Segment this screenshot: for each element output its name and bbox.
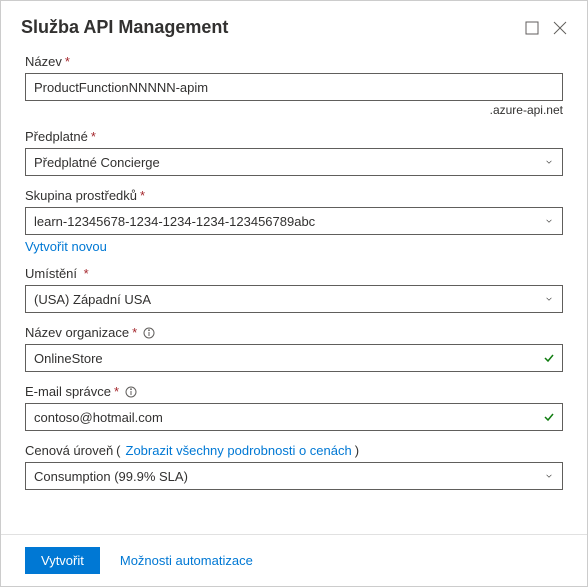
field-pricing-tier: Cenová úroveň ( Zobrazit všechny podrobno… bbox=[25, 443, 563, 490]
maximize-icon[interactable] bbox=[525, 21, 539, 35]
name-suffix: .azure-api.net bbox=[25, 103, 563, 117]
admin-email-label: E-mail správce * bbox=[25, 384, 563, 399]
chevron-down-icon bbox=[544, 157, 554, 167]
name-input[interactable] bbox=[25, 73, 563, 101]
location-select[interactable]: (USA) Západní USA bbox=[25, 285, 563, 313]
field-admin-email: E-mail správce * bbox=[25, 384, 563, 431]
api-management-panel: Služba API Management Název * .azure-api… bbox=[0, 0, 588, 587]
field-resource-group: Skupina prostředků * learn-12345678-1234… bbox=[25, 188, 563, 254]
subscription-select[interactable]: Předplatné Concierge bbox=[25, 148, 563, 176]
chevron-down-icon bbox=[544, 471, 554, 481]
close-icon[interactable] bbox=[553, 21, 567, 35]
pricing-tier-value: Consumption (99.9% SLA) bbox=[34, 469, 544, 484]
org-name-label: Název organizace * bbox=[25, 325, 563, 340]
create-new-link[interactable]: Vytvořit novou bbox=[25, 239, 563, 254]
info-icon[interactable] bbox=[125, 386, 137, 398]
required-asterisk: * bbox=[140, 188, 145, 203]
field-subscription: Předplatné * Předplatné Concierge bbox=[25, 129, 563, 176]
field-name: Název * .azure-api.net bbox=[25, 54, 563, 117]
required-asterisk: * bbox=[132, 325, 137, 340]
open-paren: ( bbox=[116, 443, 120, 458]
required-asterisk: * bbox=[80, 266, 89, 281]
chevron-down-icon bbox=[544, 216, 554, 226]
subscription-label-text: Předplatné bbox=[25, 129, 88, 144]
required-asterisk: * bbox=[91, 129, 96, 144]
panel-header: Služba API Management bbox=[1, 1, 587, 48]
resource-group-label-text: Skupina prostředků bbox=[25, 188, 137, 203]
location-label-text: Umístění bbox=[25, 266, 77, 281]
admin-email-label-text: E-mail správce bbox=[25, 384, 111, 399]
org-name-input[interactable] bbox=[25, 344, 563, 372]
pricing-tier-select[interactable]: Consumption (99.9% SLA) bbox=[25, 462, 563, 490]
checkmark-icon bbox=[543, 411, 555, 423]
name-label: Název * bbox=[25, 54, 563, 69]
field-location: Umístění * (USA) Západní USA bbox=[25, 266, 563, 313]
admin-email-input[interactable] bbox=[25, 403, 563, 431]
subscription-label: Předplatné * bbox=[25, 129, 563, 144]
chevron-down-icon bbox=[544, 294, 554, 304]
required-asterisk: * bbox=[114, 384, 119, 399]
panel-footer: Vytvořit Možnosti automatizace bbox=[1, 534, 587, 586]
field-org-name: Název organizace * bbox=[25, 325, 563, 372]
resource-group-value: learn-12345678-1234-1234-1234-123456789a… bbox=[34, 214, 544, 229]
location-value: (USA) Západní USA bbox=[34, 292, 544, 307]
header-actions bbox=[525, 21, 567, 35]
resource-group-select[interactable]: learn-12345678-1234-1234-1234-123456789a… bbox=[25, 207, 563, 235]
location-label: Umístění * bbox=[25, 266, 563, 281]
automation-options-link[interactable]: Možnosti automatizace bbox=[120, 553, 253, 568]
close-paren: ) bbox=[355, 443, 359, 458]
info-icon[interactable] bbox=[143, 327, 155, 339]
subscription-value: Předplatné Concierge bbox=[34, 155, 544, 170]
required-asterisk: * bbox=[65, 54, 70, 69]
panel-title: Služba API Management bbox=[21, 17, 525, 38]
pricing-tier-label: Cenová úroveň ( Zobrazit všechny podrobno… bbox=[25, 443, 563, 458]
create-button[interactable]: Vytvořit bbox=[25, 547, 100, 574]
name-label-text: Název bbox=[25, 54, 62, 69]
pricing-details-link[interactable]: Zobrazit všechny podrobnosti o cenách bbox=[126, 443, 352, 458]
org-name-label-text: Název organizace bbox=[25, 325, 129, 340]
form-content: Název * .azure-api.net Předplatné * Před… bbox=[1, 48, 587, 535]
pricing-tier-label-text: Cenová úroveň bbox=[25, 443, 113, 458]
resource-group-label: Skupina prostředků * bbox=[25, 188, 563, 203]
checkmark-icon bbox=[543, 352, 555, 364]
